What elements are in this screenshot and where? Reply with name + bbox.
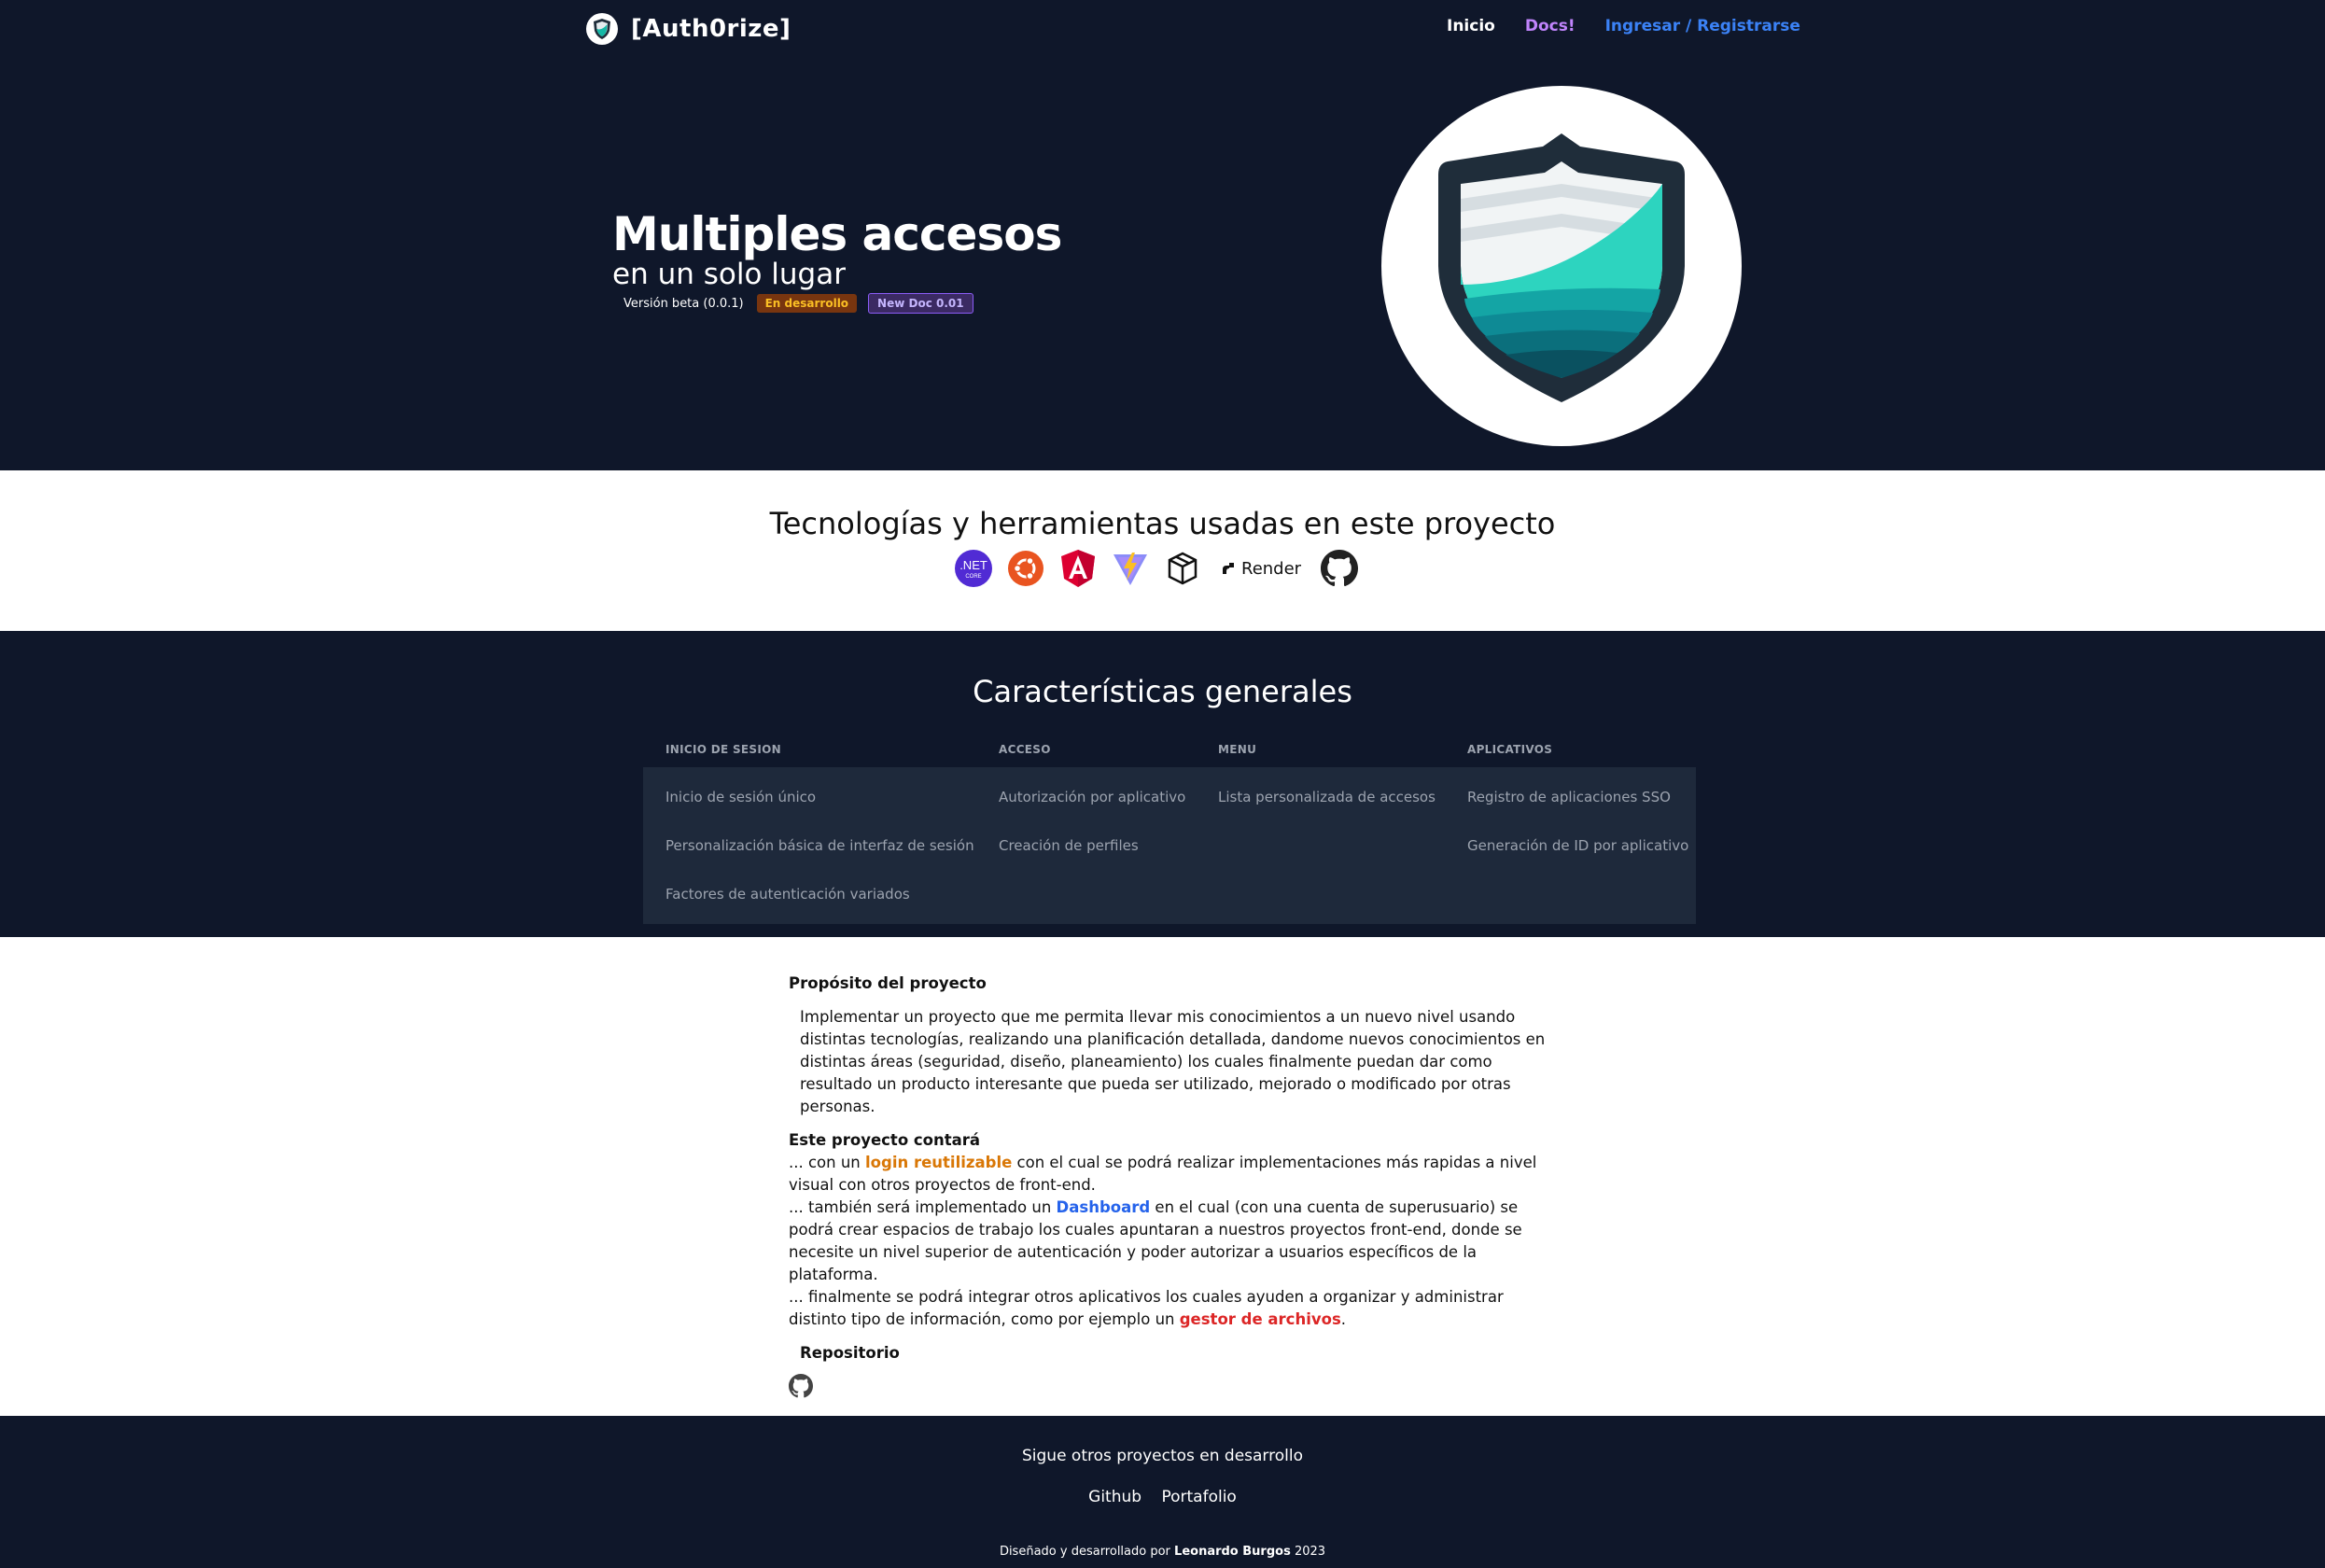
column-header: ACCESO	[999, 743, 1051, 756]
hero-subtitle: en un solo lugar	[612, 258, 846, 291]
technologies-title: Tecnologías y herramientas usadas en est…	[769, 506, 1556, 541]
new-doc-badge[interactable]: New Doc 0.01	[868, 293, 973, 314]
table-cell: Inicio de sesión único	[665, 789, 817, 805]
table-cell: Lista personalizada de accesos	[1218, 789, 1436, 805]
brand[interactable]: [Auth0rize]	[586, 13, 791, 45]
features-table-body: Inicio de sesión único Autorización por …	[643, 767, 1696, 924]
nav-links: Inicio Docs! Ingresar / Registrarse	[1447, 17, 1800, 35]
table-cell: Autorización por aplicativo	[999, 789, 1186, 805]
table-cell: Registro de aplicaciones SSO	[1467, 789, 1671, 805]
package-icon	[1163, 549, 1202, 588]
table-row: Personalización básica de interfaz de se…	[643, 821, 1696, 870]
dotnet-icon: .NET CORE	[954, 549, 993, 588]
dotnet-label: .NET	[959, 558, 987, 572]
render-icon	[1223, 563, 1234, 574]
github-icon	[1320, 549, 1359, 588]
features-heading: Este proyecto contará	[789, 1131, 981, 1149]
feature-paragraph-login: ... con un login reutilizable con el cua…	[789, 1154, 1537, 1194]
author-name: Leonardo Burgos	[1174, 1545, 1291, 1559]
footer-heading: Sigue otros proyectos en desarrollo	[1021, 1447, 1303, 1465]
table-cell: Personalización básica de interfaz de se…	[665, 837, 974, 854]
nav-link-inicio[interactable]: Inicio	[1447, 17, 1495, 35]
table-cell: Creación de perfiles	[999, 837, 1139, 854]
brand-name: [Auth0rize]	[631, 15, 791, 43]
purpose-heading: Propósito del proyecto	[789, 974, 987, 992]
repository-heading: Repositorio	[800, 1344, 900, 1362]
footer-links: Github Portafolio	[0, 1488, 2325, 1506]
technologies-section: Tecnologías y herramientas usadas en est…	[0, 470, 2325, 631]
footer-credit: Diseñado y desarrollado por Leonardo Bur…	[999, 1545, 1326, 1559]
nav-link-login[interactable]: Ingresar / Registrarse	[1605, 17, 1800, 35]
highlight-dashboard: Dashboard	[1056, 1198, 1151, 1216]
technologies-icon-row: .NET CORE Render	[954, 549, 1359, 588]
features-table-header: INICIO DE SESION ACCESO MENU APLICATIVOS	[643, 732, 1696, 767]
column-header: INICIO DE SESION	[665, 743, 781, 756]
version-label: Versión beta (0.0.1)	[623, 296, 744, 311]
feature-paragraph-files: ... finalmente se podrá integrar otros a…	[789, 1288, 1504, 1328]
highlight-login: login reutilizable	[865, 1154, 1013, 1171]
footer: Sigue otros proyectos en desarrollo Gith…	[0, 1416, 2325, 1568]
top-navbar: [Auth0rize] Inicio Docs! Ingresar / Regi…	[0, 0, 2325, 58]
vite-icon	[1111, 549, 1150, 588]
about-content: Propósito del proyecto Implementar un pr…	[789, 973, 1554, 1405]
github-repo-icon[interactable]	[789, 1374, 813, 1398]
table-row: Inicio de sesión único Autorización por …	[643, 773, 1696, 821]
table-cell: Factores de autenticación variados	[665, 886, 910, 903]
features-section: Características generales INICIO DE SESI…	[0, 631, 2325, 937]
column-header: APLICATIVOS	[1467, 743, 1553, 756]
features-title: Características generales	[973, 674, 1352, 709]
ubuntu-icon	[1006, 549, 1045, 588]
render-label: Render	[1241, 558, 1302, 579]
hero-meta: Versión beta (0.0.1) En desarrollo New D…	[623, 293, 973, 314]
nav-link-docs[interactable]: Docs!	[1525, 17, 1576, 35]
purpose-text: Implementar un proyecto que me permita l…	[800, 1008, 1546, 1115]
hero-section: Multiples accesos en un solo lugar Versi…	[0, 58, 2325, 470]
shield-logo-icon	[586, 13, 618, 45]
render-logo: Render	[1215, 549, 1307, 588]
about-section: Propósito del proyecto Implementar un pr…	[0, 937, 2325, 1416]
column-header: MENU	[1218, 743, 1257, 756]
hero-shield-illustration	[1381, 86, 1742, 446]
features-table: INICIO DE SESION ACCESO MENU APLICATIVOS…	[643, 732, 1696, 924]
angular-icon	[1058, 549, 1098, 588]
feature-paragraph-dashboard: ... también será implementado un Dashboa…	[789, 1198, 1522, 1283]
table-cell: Generación de ID por aplicativo	[1467, 837, 1689, 854]
table-row: Factores de autenticación variados	[643, 870, 1696, 918]
hero-title: Multiples accesos	[612, 207, 1062, 261]
highlight-file-manager: gestor de archivos	[1179, 1310, 1341, 1328]
dotnet-sublabel: CORE	[965, 574, 981, 580]
footer-link-portfolio[interactable]: Portafolio	[1161, 1488, 1236, 1506]
shield-icon	[1438, 133, 1685, 402]
footer-link-github[interactable]: Github	[1088, 1488, 1141, 1506]
status-badge: En desarrollo	[756, 294, 858, 313]
